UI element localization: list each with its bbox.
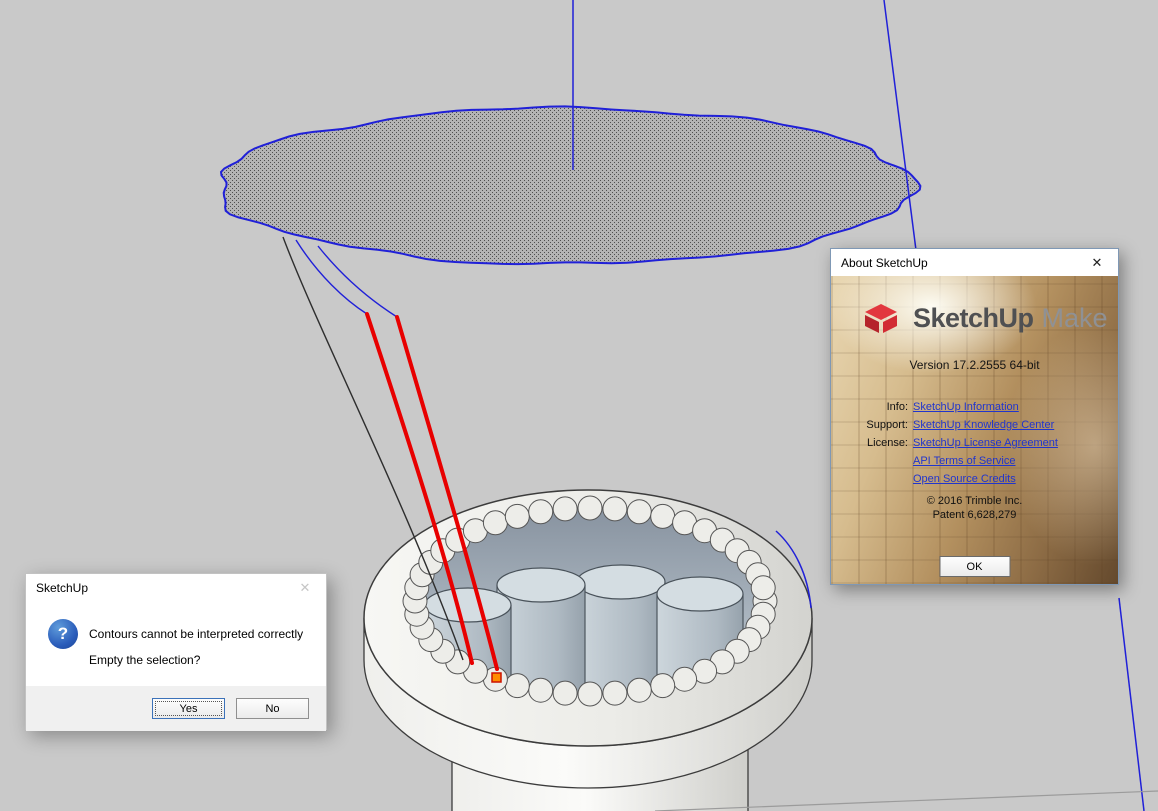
- no-button[interactable]: No: [236, 698, 309, 719]
- brand-suffix: Make: [1041, 302, 1108, 333]
- blue-axis-line-right: [883, 0, 918, 259]
- about-title: About SketchUp: [841, 255, 928, 270]
- message-button-row: Yes No: [26, 686, 326, 731]
- open-source-credits-link[interactable]: Open Source Credits: [913, 473, 1016, 485]
- support-label: Support:: [866, 419, 908, 431]
- brand-name: SketchUp: [913, 302, 1034, 333]
- ok-button[interactable]: OK: [939, 556, 1010, 577]
- close-icon: ✕: [299, 579, 311, 595]
- message-line-1: Contours cannot be interpreted correctly: [89, 627, 304, 641]
- selected-face[interactable]: [219, 105, 922, 266]
- message-line-2: Empty the selection?: [89, 653, 201, 667]
- question-icon: ?: [48, 619, 78, 649]
- curve-endpoint-marker[interactable]: [491, 672, 502, 683]
- about-titlebar[interactable]: About SketchUp ✕: [831, 249, 1118, 276]
- selected-curve-upper-2[interactable]: [317, 245, 398, 318]
- info-link[interactable]: SketchUp Information: [913, 401, 1019, 413]
- yes-button[interactable]: Yes: [152, 698, 225, 719]
- message-titlebar[interactable]: SketchUp ✕: [26, 574, 326, 601]
- support-link[interactable]: SketchUp Knowledge Center: [913, 419, 1054, 431]
- patent-text: Patent 6,628,279: [932, 509, 1017, 521]
- blue-axis-line-bottom-right: [1118, 597, 1145, 811]
- info-label: Info:: [886, 401, 908, 413]
- close-icon[interactable]: ✕: [1076, 249, 1118, 276]
- version-text: Version 17.2.2555 64-bit: [909, 358, 1040, 372]
- copyright-block: © 2016 Trimble Inc. Patent 6,628,279: [831, 494, 1118, 522]
- brand-row: SketchUp Make: [859, 296, 1108, 340]
- about-links: Info: SketchUp Information Support: Sket…: [831, 398, 1118, 488]
- message-title: SketchUp: [36, 580, 89, 595]
- about-sketchup-dialog: About SketchUp ✕ SketchUp Make Version 17…: [830, 248, 1119, 585]
- sketchup-logo-icon: [865, 304, 897, 333]
- license-link[interactable]: SketchUp License Agreement: [913, 437, 1058, 449]
- api-terms-link[interactable]: API Terms of Service: [913, 455, 1016, 467]
- sketchup-message-dialog: SketchUp ✕ ? Contours cannot be interpre…: [25, 573, 327, 731]
- selected-curve-upper-1[interactable]: [295, 239, 368, 315]
- copyright-text: © 2016 Trimble Inc.: [926, 495, 1023, 507]
- license-label: License:: [867, 437, 908, 449]
- cylinder-model[interactable]: [363, 489, 813, 811]
